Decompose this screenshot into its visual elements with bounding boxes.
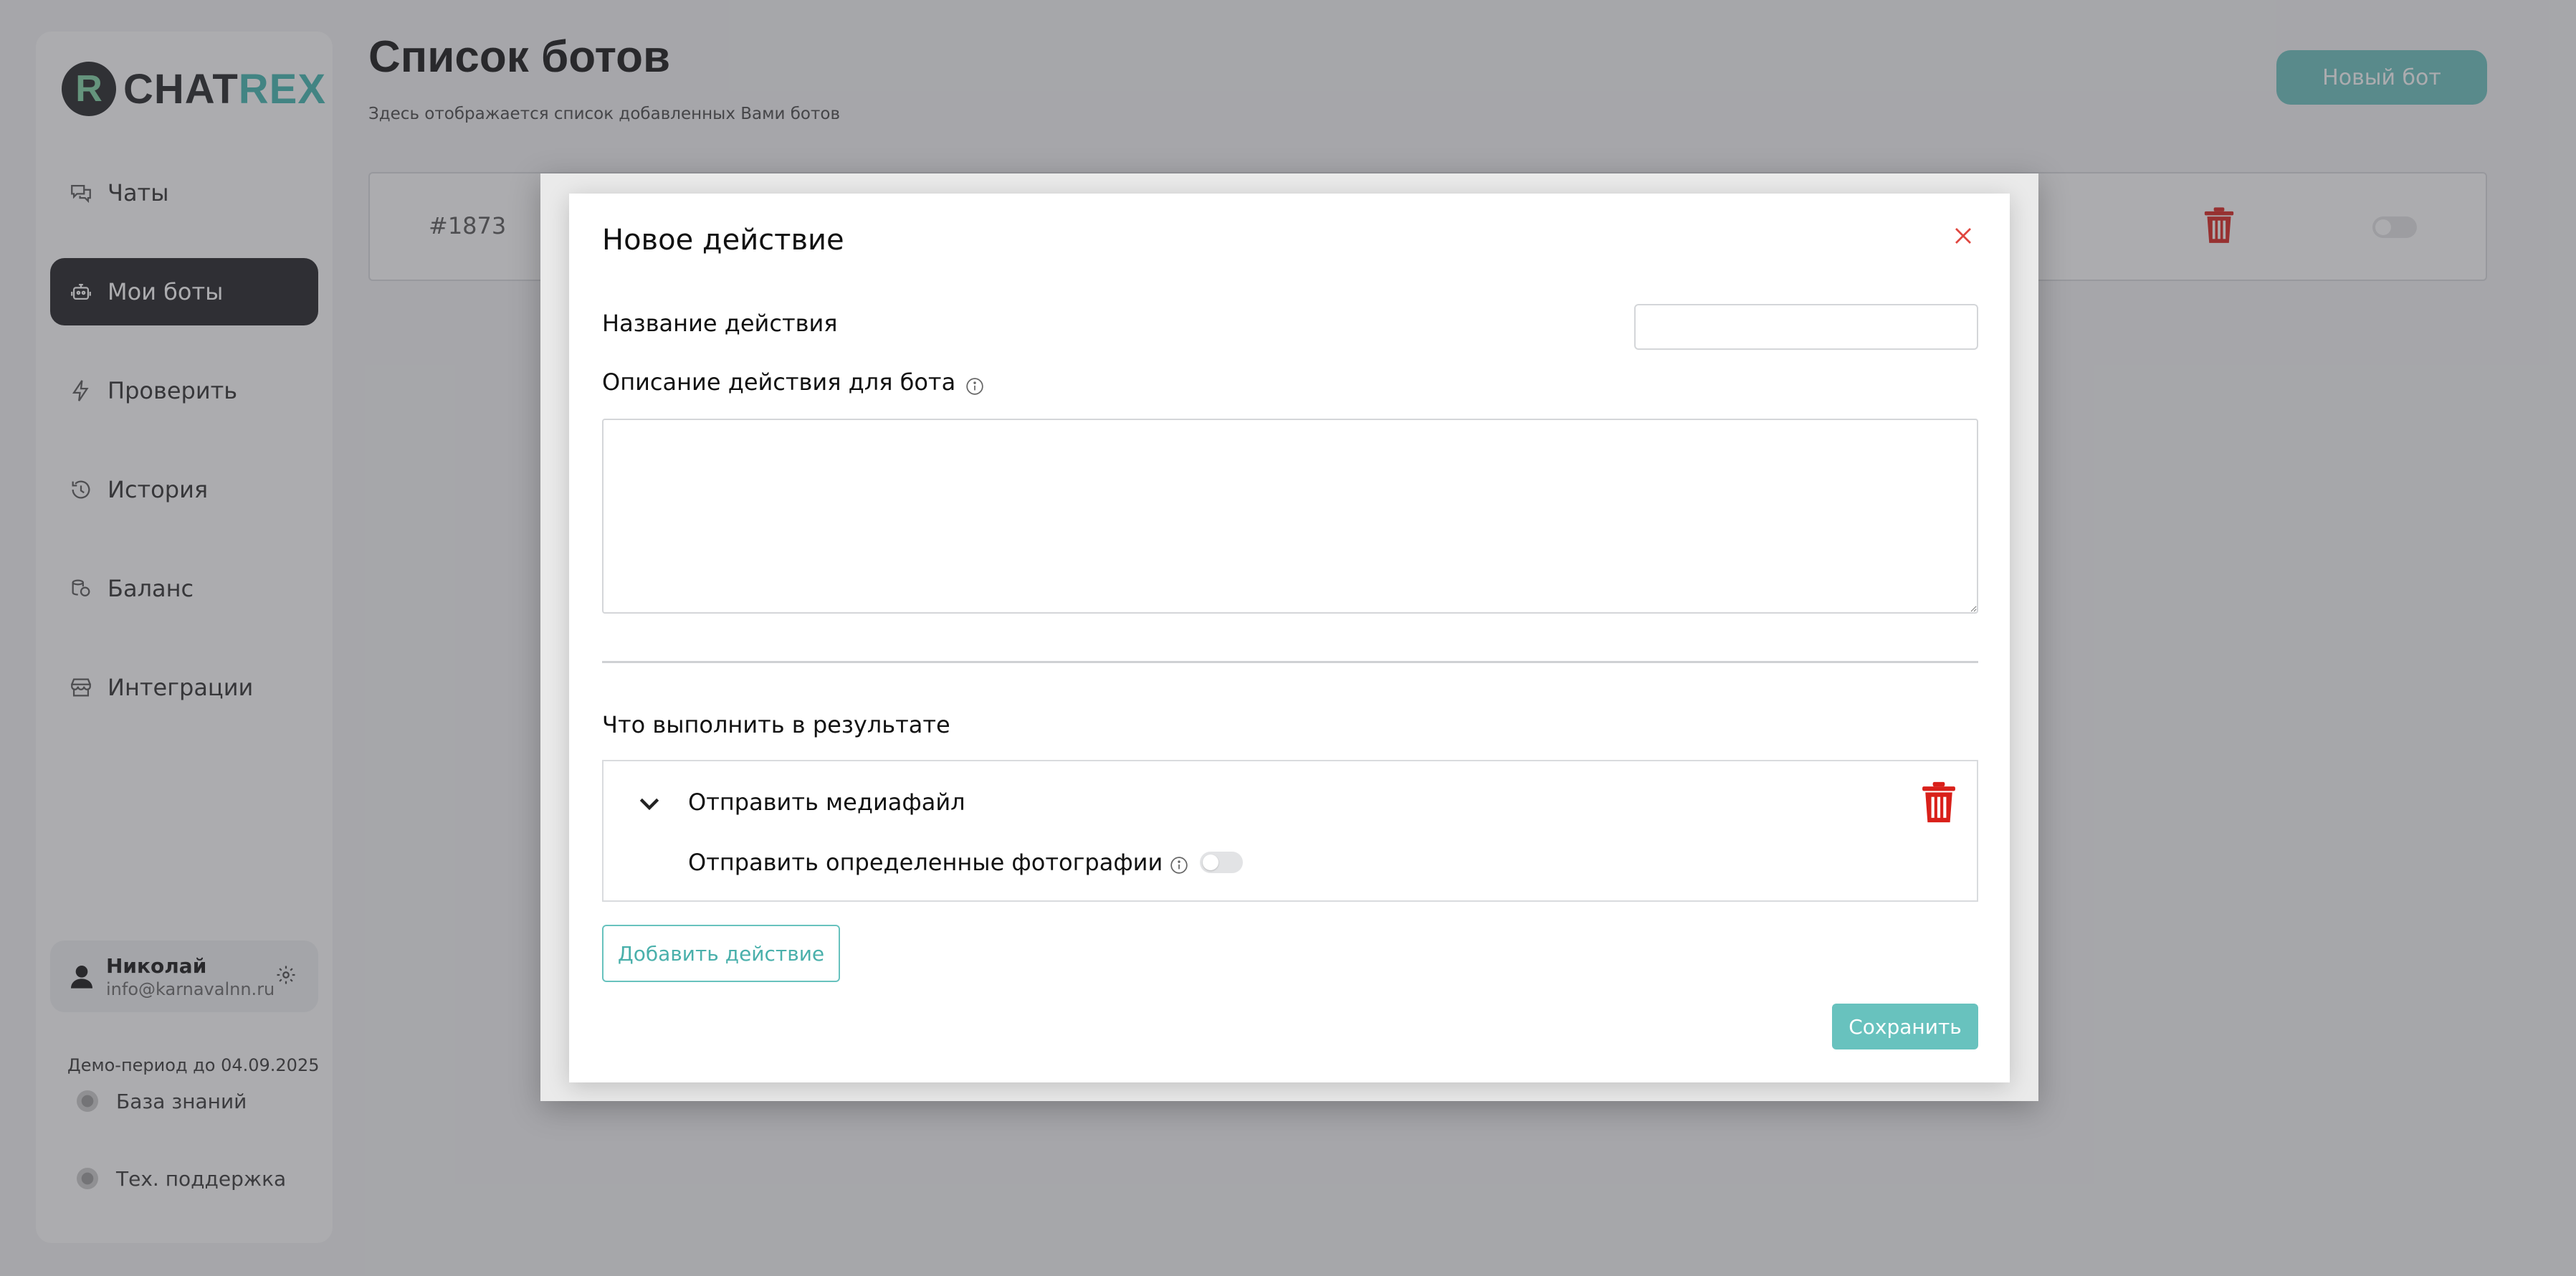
action-name-input[interactable] <box>1634 304 1978 350</box>
specific-photos-label: Отправить определенные фотографии <box>688 849 1163 876</box>
action-description-label: Описание действия для бота <box>602 368 984 396</box>
specific-photos-option: Отправить определенные фотографии <box>688 849 1244 876</box>
delete-action-trash-icon[interactable] <box>1921 781 1957 824</box>
info-icon[interactable] <box>1170 853 1188 874</box>
save-button[interactable]: Сохранить <box>1832 1004 1978 1049</box>
add-action-button[interactable]: Добавить действие <box>602 925 840 982</box>
action-item-name: Отправить медиафайл <box>688 789 965 816</box>
action-name-label: Название действия <box>602 310 838 337</box>
page: R CHATREX Чаты Мои боты Проверить Истори… <box>0 0 2576 1276</box>
specific-photos-toggle[interactable] <box>1200 852 1244 873</box>
modal-title: Новое действие <box>602 224 844 257</box>
result-section-label: Что выполнить в результате <box>602 711 950 738</box>
action-description-textarea[interactable] <box>602 419 1978 614</box>
close-icon[interactable] <box>1952 225 1977 249</box>
divider <box>602 661 1978 663</box>
info-icon[interactable] <box>965 374 984 395</box>
new-action-modal: Новое действие Название действия Описани… <box>569 194 2010 1082</box>
chevron-down-icon[interactable] <box>635 790 664 819</box>
action-item: Отправить медиафайл Отправить определенн… <box>602 760 1978 902</box>
